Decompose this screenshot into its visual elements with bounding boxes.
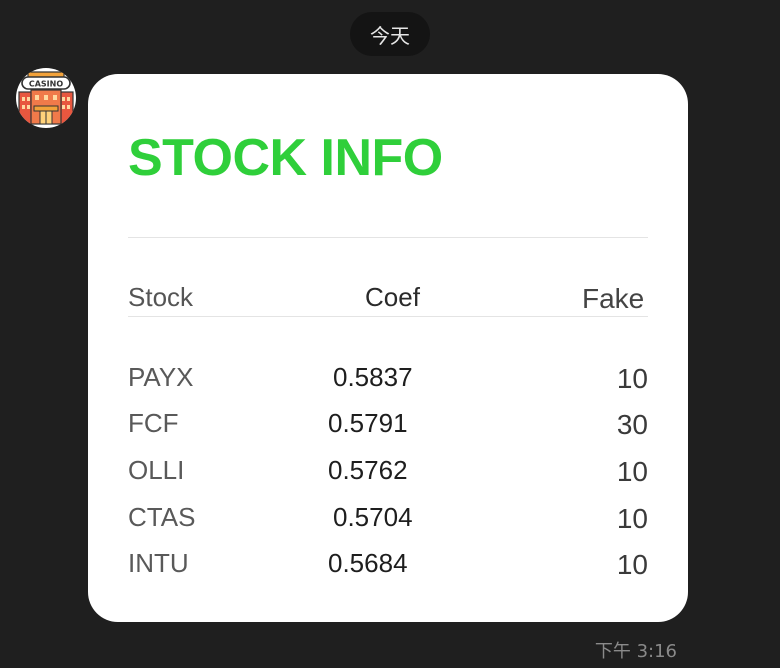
message-bubble[interactable]: STOCK INFO Stock Coef Fake PAYX 0.5837 1… [88,74,688,622]
title-divider [128,237,648,238]
row-coef: 0.5762 [328,455,408,485]
header-stock: Stock [128,282,194,312]
row-coef: 0.5704 [333,502,413,532]
row-symbol: OLLI [128,455,185,485]
header-coef: Coef [365,282,420,312]
card-title: STOCK INFO [128,129,443,187]
header-divider [128,316,648,317]
casino-icon: CASINO [18,71,74,125]
row-fake: 10 [616,503,648,534]
date-separator: 今天 [350,12,430,56]
message-timestamp: 下午 3:16 [594,641,677,662]
row-symbol: PAYX [128,362,194,392]
casino-sign-text: CASINO [29,80,63,89]
row-symbol: FCF [128,408,179,438]
row-coef: 0.5837 [333,362,413,392]
row-coef: 0.5684 [328,548,408,578]
date-label: 今天 [370,23,410,48]
row-fake: 30 [616,409,648,440]
header-fake: Fake [582,283,645,314]
row-fake: 10 [616,363,648,394]
row-symbol: CTAS [128,502,196,532]
row-coef: 0.5791 [328,408,408,438]
row-fake: 10 [616,549,648,580]
row-fake: 10 [616,456,648,487]
avatar[interactable]: CASINO [16,68,76,128]
row-symbol: INTU [128,548,189,578]
